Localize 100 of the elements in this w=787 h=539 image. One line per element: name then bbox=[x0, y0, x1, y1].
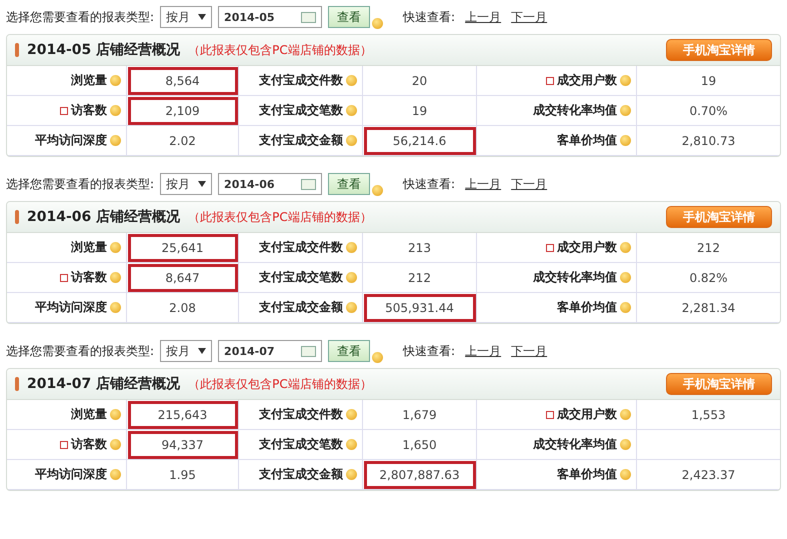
metric-label: 访客数 bbox=[71, 436, 107, 453]
metric-value: 8,564 bbox=[127, 66, 239, 96]
metric-label: 平均访问深度 bbox=[35, 132, 107, 149]
metric-label: 成交转化率均值 bbox=[533, 102, 617, 119]
metric-value: 2,109 bbox=[127, 96, 239, 126]
metric-value: 2,807,887.63 bbox=[363, 460, 477, 490]
metric-value: 213 bbox=[363, 233, 477, 263]
metric-value: 56,214.6 bbox=[363, 126, 477, 156]
metric-label: 浏览量 bbox=[71, 72, 107, 89]
metric-label: 成交转化率均值 bbox=[533, 269, 617, 286]
metric-value: 1.95 bbox=[127, 460, 239, 490]
quick-view-label: 快速查看: bbox=[403, 342, 456, 360]
view-button[interactable]: 查看 bbox=[328, 340, 370, 362]
panel-title: 2014-06 店铺经营概况 bbox=[27, 208, 180, 226]
metric-value: 2.02 bbox=[127, 126, 239, 156]
new-icon bbox=[60, 440, 68, 448]
metric-value: 1,650 bbox=[363, 430, 477, 460]
metric-value: 19 bbox=[363, 96, 477, 126]
new-icon bbox=[60, 274, 68, 282]
metric-label: 访客数 bbox=[71, 102, 107, 119]
help-icon bbox=[110, 135, 121, 146]
metric-value: 212 bbox=[363, 263, 477, 293]
month-link[interactable]: 下一月 bbox=[511, 176, 548, 192]
metric-value: 505,931.44 bbox=[363, 293, 477, 323]
panel-note: （此报表仅包含PC端店铺的数据） bbox=[188, 42, 372, 58]
metric-value: 1,553 bbox=[637, 400, 780, 430]
help-icon bbox=[620, 105, 631, 116]
metric-label: 平均访问深度 bbox=[35, 299, 107, 316]
metric-value: 19 bbox=[637, 66, 780, 96]
help-icon bbox=[346, 272, 357, 283]
month-link[interactable]: 下一月 bbox=[511, 342, 548, 360]
new-icon bbox=[546, 410, 554, 418]
help-icon bbox=[620, 469, 631, 480]
caret-icon bbox=[198, 14, 206, 20]
help-icon bbox=[620, 439, 631, 450]
help-icon bbox=[346, 105, 357, 116]
help-icon bbox=[110, 242, 121, 253]
help-icon bbox=[620, 242, 631, 253]
help-icon bbox=[110, 469, 121, 480]
help-icon bbox=[110, 75, 121, 86]
metric-label: 支付宝成交件数 bbox=[259, 72, 343, 89]
metric-label: 平均访问深度 bbox=[35, 466, 107, 483]
metric-label: 客单价均值 bbox=[557, 299, 617, 316]
help-icon bbox=[110, 302, 121, 313]
metric-label: 成交用户数 bbox=[557, 72, 617, 89]
new-icon bbox=[60, 106, 68, 114]
calendar-icon bbox=[301, 178, 316, 190]
metric-label: 浏览量 bbox=[71, 239, 107, 256]
metric-label: 支付宝成交件数 bbox=[259, 239, 343, 256]
date-field[interactable]: 2014-06 bbox=[218, 173, 322, 195]
help-icon bbox=[346, 75, 357, 86]
help-icon bbox=[346, 242, 357, 253]
help-icon bbox=[620, 409, 631, 420]
period-dropdown[interactable]: 按月 bbox=[160, 340, 212, 362]
view-button[interactable]: 查看 bbox=[328, 6, 370, 28]
metric-label: 客单价均值 bbox=[557, 132, 617, 149]
metric-value: 212 bbox=[637, 233, 780, 263]
month-link[interactable]: 上一月 bbox=[465, 8, 502, 26]
calendar-icon bbox=[301, 346, 316, 356]
metric-value: 2,423.37 bbox=[637, 460, 780, 490]
metric-label: 支付宝成交笔数 bbox=[259, 102, 343, 119]
metric-value: 2,810.73 bbox=[637, 126, 780, 156]
metric-label: 浏览量 bbox=[71, 406, 107, 423]
metric-value: 20 bbox=[363, 66, 477, 96]
help-icon bbox=[346, 439, 357, 450]
caret-icon bbox=[198, 181, 206, 187]
period-dropdown[interactable]: 按月 bbox=[160, 173, 212, 195]
view-button[interactable]: 查看 bbox=[328, 173, 370, 195]
report-type-label: 选择您需要查看的报表类型: bbox=[6, 176, 154, 192]
period-dropdown[interactable]: 按月 bbox=[160, 6, 212, 28]
help-icon bbox=[346, 302, 357, 313]
metric-value: 215,643 bbox=[127, 400, 239, 430]
metric-value: 2,281.34 bbox=[637, 293, 780, 323]
month-link[interactable]: 上一月 bbox=[465, 176, 502, 192]
metric-label: 成交用户数 bbox=[557, 406, 617, 423]
date-field[interactable]: 2014-05 bbox=[218, 6, 322, 28]
help-icon bbox=[346, 469, 357, 480]
help-icon bbox=[110, 439, 121, 450]
metric-value: 1,679 bbox=[363, 400, 477, 430]
quick-view-label: 快速查看: bbox=[403, 8, 456, 26]
help-icon bbox=[620, 75, 631, 86]
help-icon bbox=[620, 272, 631, 283]
metric-label: 客单价均值 bbox=[557, 466, 617, 483]
metric-value: 0.82% bbox=[637, 263, 780, 293]
metric-value: 8,647 bbox=[127, 263, 239, 293]
month-link[interactable]: 上一月 bbox=[465, 342, 502, 360]
title-marker bbox=[15, 210, 19, 224]
help-icon bbox=[110, 409, 121, 420]
month-link[interactable]: 下一月 bbox=[511, 8, 548, 26]
new-icon bbox=[546, 244, 554, 252]
panel-note: （此报表仅包含PC端店铺的数据） bbox=[188, 208, 372, 226]
title-marker bbox=[15, 43, 19, 57]
metric-label: 支付宝成交件数 bbox=[259, 406, 343, 423]
caret-icon bbox=[198, 348, 206, 354]
metric-label: 支付宝成交金额 bbox=[259, 466, 343, 483]
calendar-icon bbox=[301, 12, 316, 22]
panel-title: 2014-05 店铺经营概况 bbox=[27, 41, 180, 59]
panel-title: 2014-07 店铺经营概况 bbox=[27, 375, 180, 393]
quick-view-label: 快速查看: bbox=[403, 176, 456, 192]
date-field[interactable]: 2014-07 bbox=[218, 340, 322, 362]
